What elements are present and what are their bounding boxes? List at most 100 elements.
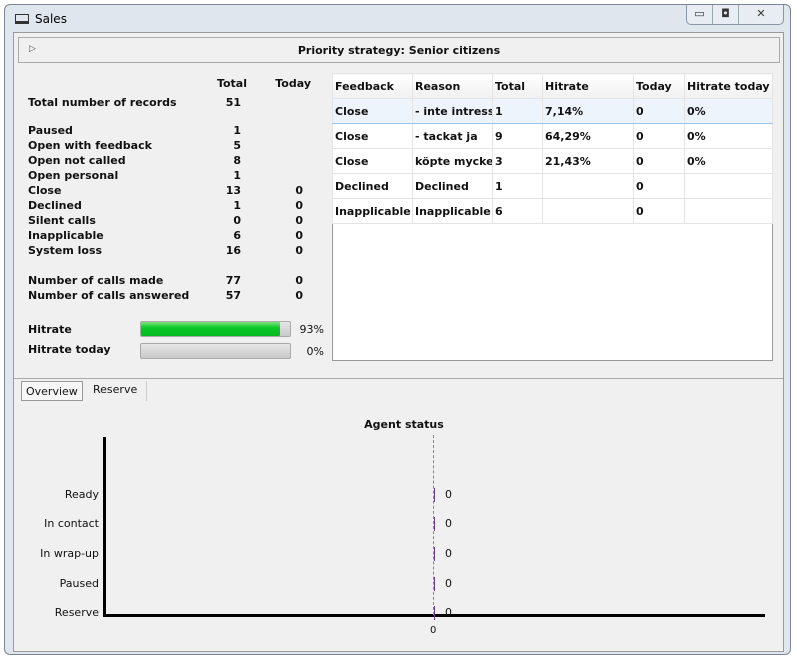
stat-label: Open not called	[28, 154, 126, 167]
tab-reserve[interactable]: Reserve	[84, 381, 148, 401]
bar-value-label: 0	[445, 547, 452, 560]
stat-total: 1	[233, 169, 241, 182]
table-cell: 0%	[684, 98, 773, 124]
table-cell	[542, 173, 634, 199]
hitrate-progress	[140, 321, 291, 337]
divider	[14, 378, 783, 379]
table-cell: 6	[492, 198, 543, 224]
stat-label: System loss	[28, 244, 103, 257]
y-tick-label: Ready	[64, 488, 99, 501]
table-cell: 9	[492, 123, 543, 149]
column-header[interactable]: Hitrate	[542, 73, 634, 99]
agent-status-chart: Agent status 0 Ready 0 In contact 0 In wra…	[14, 403, 783, 653]
column-header[interactable]: Hitrate today	[684, 73, 773, 99]
hitrate-today-value: 0%	[306, 345, 324, 358]
table-cell: 0	[633, 198, 685, 224]
table-cell: 0	[633, 173, 685, 199]
close-button[interactable]: ✕	[739, 5, 783, 24]
stat-total: 6	[233, 229, 241, 242]
table-cell: Close	[332, 123, 413, 149]
table-cell: Declined	[332, 173, 413, 199]
stat-label: Number of calls made	[28, 274, 164, 287]
stat-total: 51	[225, 96, 241, 109]
table-cell: Inapplicable	[332, 198, 413, 224]
table-cell: 1	[492, 173, 543, 199]
table-cell: - inte intresse	[412, 98, 493, 124]
stat-label: Open with feedback	[28, 139, 152, 152]
stat-label: Number of calls answered	[28, 289, 190, 302]
strategy-header[interactable]: ▷ Priority strategy: Senior citizens	[18, 37, 780, 63]
stat-today: 0	[295, 199, 303, 212]
col-total-header: Total	[216, 77, 247, 90]
table-row[interactable]: Close köpte mycket 3 21,43% 0 0%	[332, 148, 773, 174]
y-tick-label: Paused	[59, 577, 99, 590]
chart-title: Agent status	[364, 418, 444, 431]
table-header-row: Feedback Reason Total Hitrate Today Hitrate t…	[332, 73, 773, 99]
table-cell: köpte mycket	[412, 148, 493, 174]
tab-overview[interactable]: Overview	[21, 381, 83, 401]
stat-label: Silent calls	[28, 214, 96, 227]
stat-label: Close	[28, 184, 62, 197]
bar-value-label: 0	[445, 577, 452, 590]
col-today-header: Today	[275, 77, 311, 90]
stat-total: 77	[225, 274, 241, 287]
table-cell: 64,29%	[542, 123, 634, 149]
table-cell: 0	[633, 98, 685, 124]
y-tick-label: In wrap-up	[40, 547, 99, 560]
table-row[interactable]: Close- inte intresse17,14%00%	[332, 98, 773, 124]
feedback-table: Feedback Reason Total Hitrate Today Hitrate t…	[332, 73, 773, 361]
strategy-title: Priority strategy: Senior citizens	[297, 44, 501, 57]
stat-today: 0	[295, 184, 303, 197]
bar-3	[434, 577, 435, 591]
y-tick-label: Reserve	[54, 606, 99, 619]
table-row[interactable]: Close - tackat ja 9 64,29% 0 0%	[332, 123, 773, 149]
table-cell: 0%	[684, 123, 773, 149]
client-area: ▷ Priority strategy: Senior citizens Tot…	[13, 32, 784, 652]
table-cell: 7,14%	[542, 98, 634, 124]
column-header[interactable]: Feedback	[332, 73, 413, 99]
column-header[interactable]: Reason	[412, 73, 493, 99]
bar-1	[434, 517, 435, 531]
stat-label: Paused	[28, 124, 73, 137]
table-cell: Inapplicable	[412, 198, 493, 224]
table-cell: 1	[492, 98, 543, 124]
minimize-button[interactable]: ▭	[687, 5, 713, 24]
stat-today: 0	[295, 289, 303, 302]
stat-total: 0	[233, 214, 241, 227]
stat-total: 8	[233, 154, 241, 167]
stat-label: Open personal	[28, 169, 119, 182]
column-header[interactable]: Total	[492, 73, 543, 99]
x-tick-label: 0	[430, 625, 437, 636]
table-cell: 0%	[684, 148, 773, 174]
table-row[interactable]: Declined Declined 1 0	[332, 173, 773, 199]
table-cell: - tackat ja	[412, 123, 493, 149]
stat-total: 5	[233, 139, 241, 152]
bar-value-label: 0	[445, 517, 452, 530]
restore-button[interactable]: ◘	[713, 5, 739, 24]
y-axis	[103, 437, 106, 617]
bar-4	[434, 606, 435, 620]
y-tick-label: In contact	[44, 517, 99, 530]
stat-label: Declined	[28, 199, 82, 212]
stat-today: 0	[295, 229, 303, 242]
hitrate-value: 93%	[299, 323, 324, 336]
table-filler	[333, 224, 773, 361]
window-controls: ▭ ◘ ✕	[686, 5, 784, 25]
table-cell	[684, 198, 773, 224]
column-header[interactable]: Today	[633, 73, 685, 99]
stat-total: 16	[225, 244, 241, 257]
table-cell: Close	[332, 98, 413, 124]
hitrate-fill	[141, 322, 280, 336]
sales-window: Sales ▭ ◘ ✕ ▷ Priority strategy: Senior …	[4, 4, 791, 655]
stat-total: 13	[225, 184, 241, 197]
stat-total: 57	[225, 289, 241, 302]
stat-label: Inapplicable	[28, 229, 104, 242]
table-row[interactable]: Inapplicable Inapplicable 6 0	[332, 198, 773, 224]
table-cell: Declined	[412, 173, 493, 199]
bar-0	[434, 488, 435, 502]
bar-value-label: 0	[445, 488, 452, 501]
stat-total: 1	[233, 124, 241, 137]
table-cell	[684, 173, 773, 199]
hitrate-today-progress	[140, 343, 291, 359]
hitrate-today-label: Hitrate today	[28, 343, 111, 356]
